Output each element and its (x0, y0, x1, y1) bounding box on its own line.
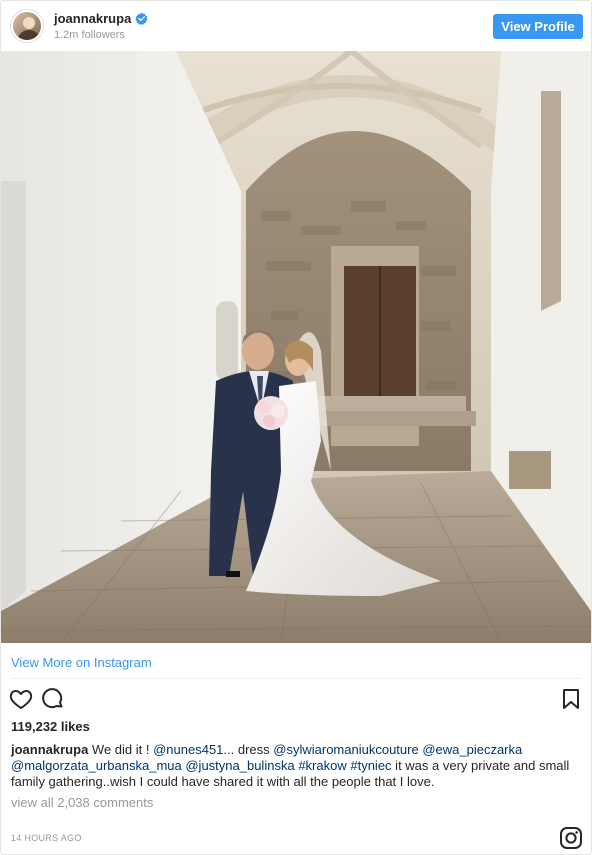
mention-link[interactable]: @nunes451 (153, 742, 223, 757)
hashtag-link[interactable]: #tyniec (350, 758, 391, 773)
wedding-photo (1, 51, 591, 643)
mention-link[interactable]: @ewa_pieczarka (422, 742, 522, 757)
likes-count[interactable]: 119,232 likes (11, 719, 90, 734)
mention-link[interactable]: @sylwiaromaniukcouture (273, 742, 418, 757)
caption: joannakrupa We did it ! @nunes451... dre… (11, 742, 583, 790)
post-timestamp: 14 HOURS AGO (11, 833, 82, 843)
caption-text: We did it ! @nunes451... dress @sylwiaro… (11, 742, 569, 789)
bookmark-icon[interactable] (559, 687, 583, 711)
mention-link[interactable]: @justyna_bulinska (185, 758, 294, 773)
view-more-on-instagram-link[interactable]: View More on Instagram (11, 655, 152, 670)
username-row: joannakrupa (54, 11, 148, 26)
view-all-comments-link[interactable]: view all 2,038 comments (11, 795, 153, 810)
username[interactable]: joannakrupa (54, 11, 131, 26)
avatar[interactable] (11, 10, 43, 42)
followers-count: 1.2m followers (54, 29, 125, 41)
heart-icon[interactable] (9, 687, 33, 711)
view-profile-button[interactable]: View Profile (493, 14, 583, 39)
hashtag-link[interactable]: #krakow (298, 758, 346, 773)
post-header: joannakrupa 1.2m followers View Profile (1, 1, 591, 51)
mention-link[interactable]: @malgorzata_urbanska_mua (11, 758, 182, 773)
instagram-embed-card: joannakrupa 1.2m followers View Profile (0, 0, 592, 855)
comment-icon[interactable] (41, 687, 65, 711)
caption-username[interactable]: joannakrupa (11, 742, 88, 757)
instagram-logo-icon[interactable] (559, 826, 583, 850)
post-photo[interactable] (1, 51, 591, 643)
divider (11, 678, 581, 679)
caption-fragment: ... dress (223, 742, 274, 757)
caption-fragment: We did it ! (91, 742, 154, 757)
verified-badge-icon (135, 12, 148, 25)
